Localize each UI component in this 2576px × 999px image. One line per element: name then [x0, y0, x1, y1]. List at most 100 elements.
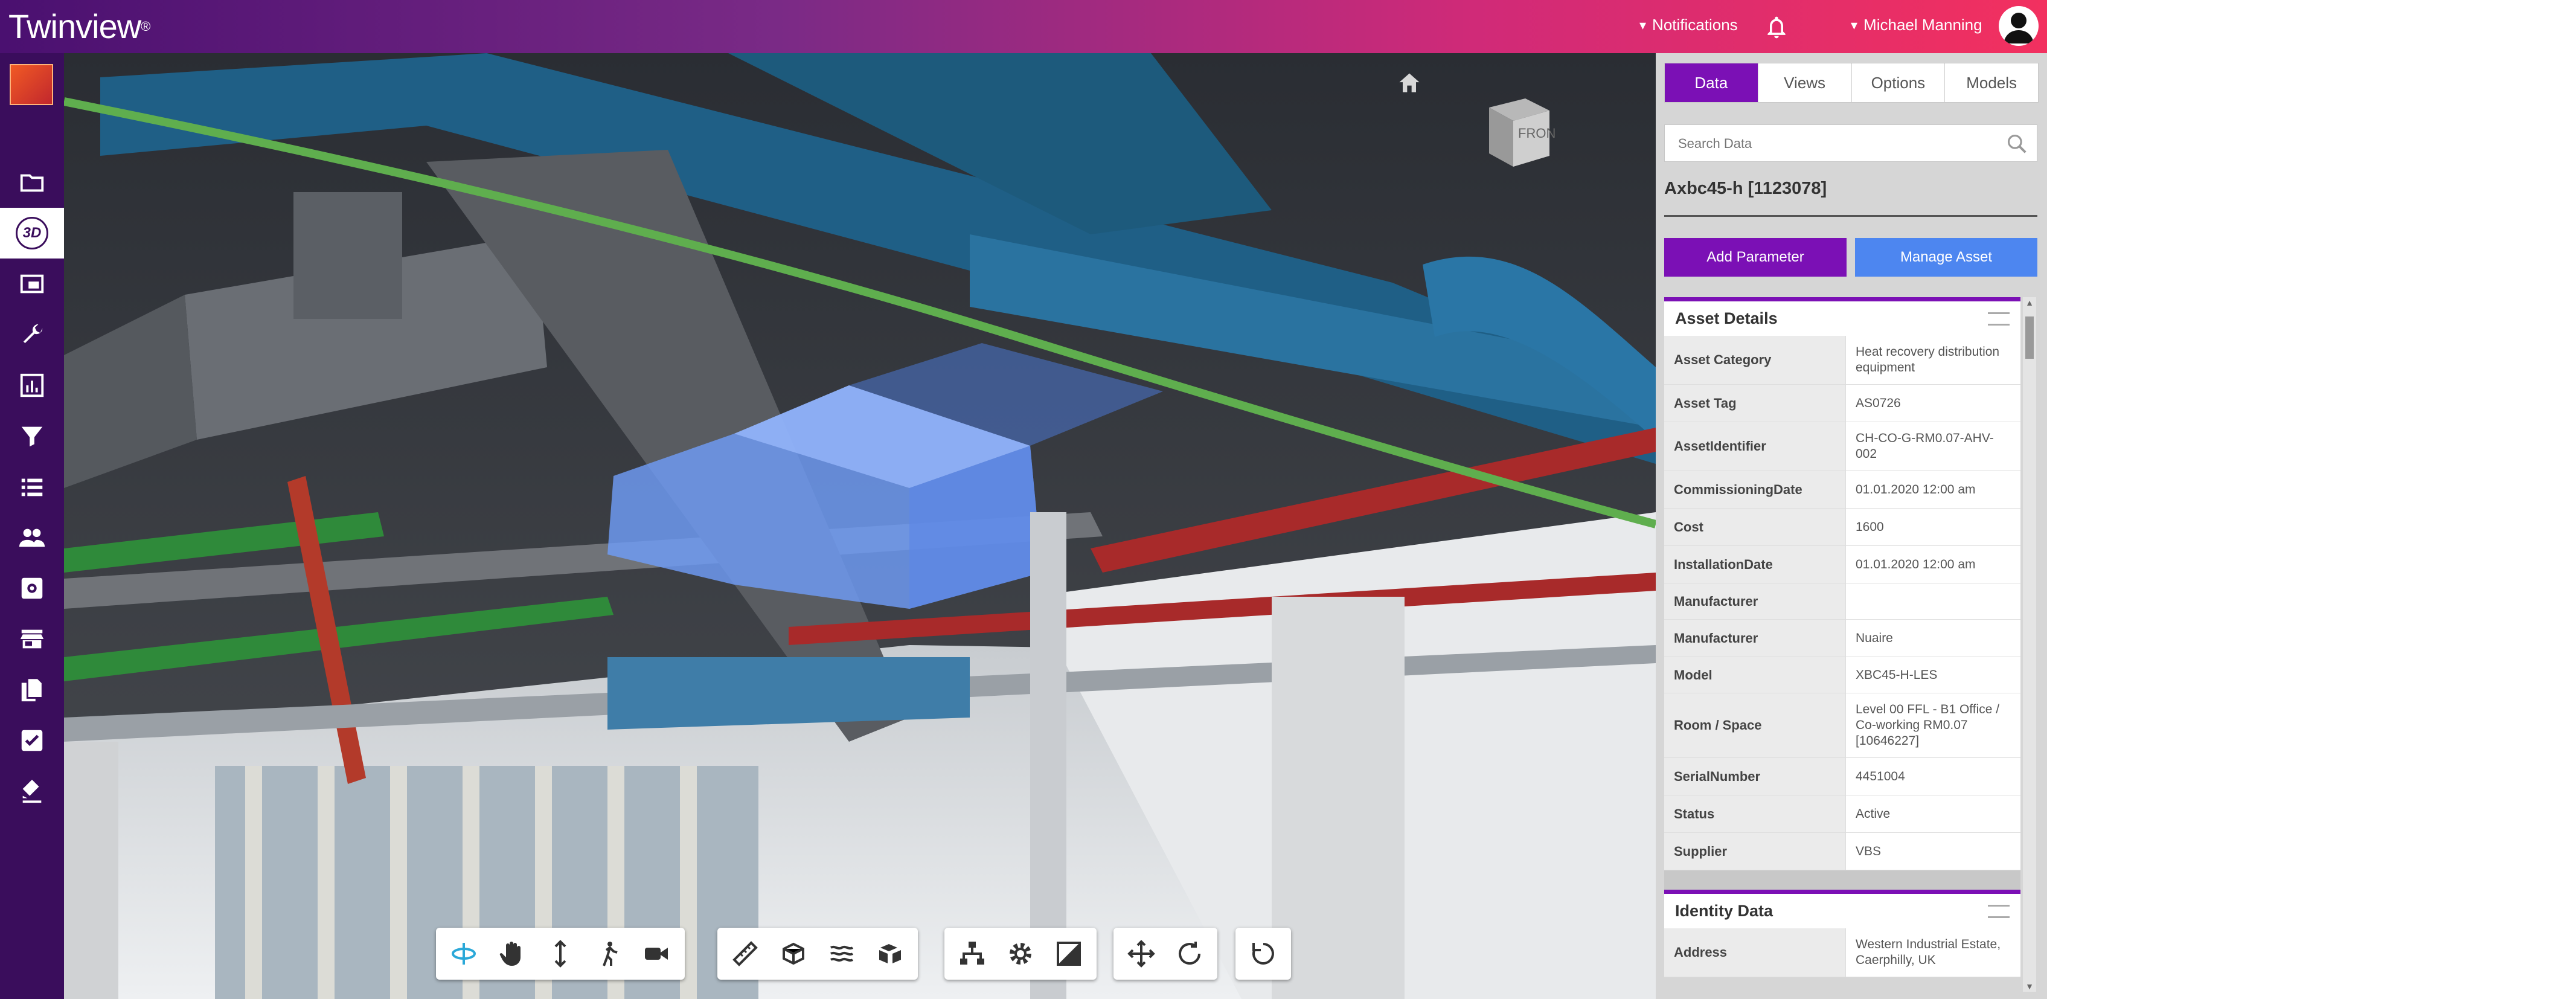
property-value[interactable]: VBS	[1845, 833, 2020, 870]
app-logo[interactable]: Twinview®	[8, 7, 150, 46]
property-key: Supplier	[1664, 833, 1845, 870]
property-value[interactable]: Western Industrial Estate, Caerphilly, U…	[1845, 928, 2020, 977]
navigation-tool-group	[436, 928, 685, 980]
drag-handle-icon[interactable]	[1988, 904, 2010, 918]
property-row: Model XBC45-H-LES	[1664, 657, 2020, 693]
user-name: Michael Manning	[1863, 16, 1982, 34]
camera-button[interactable]	[635, 932, 679, 975]
explode-button[interactable]	[868, 932, 912, 975]
property-row: Room / Space Level 00 FFL - B1 Office / C…	[1664, 693, 2020, 758]
property-value[interactable]: XBC45-H-LES	[1845, 657, 2020, 693]
property-row: Manufacturer Nuaire	[1664, 620, 2020, 657]
orbit-button[interactable]	[442, 932, 485, 975]
checklist-icon	[21, 730, 43, 751]
viewcube[interactable]: FRONT	[1477, 95, 1556, 168]
sidebar-item-store[interactable]	[0, 614, 64, 664]
top-bar: Twinview® ▾ Notifications ▾ Michael Mann…	[0, 0, 2047, 53]
sidebar-item-checklist[interactable]	[0, 715, 64, 766]
tab-options[interactable]: Options	[1852, 63, 1946, 102]
reset-view-button[interactable]	[1242, 932, 1285, 975]
layers-button[interactable]	[820, 932, 863, 975]
property-key: Address	[1664, 928, 1845, 977]
property-value[interactable]: 01.01.2020 12:00 am	[1845, 471, 2020, 508]
tab-models[interactable]: Models	[1945, 63, 2038, 102]
video-camera-icon	[645, 948, 668, 960]
hierarchy-icon	[960, 942, 984, 965]
logo-registered-mark: ®	[141, 19, 150, 34]
pan-button[interactable]	[490, 932, 534, 975]
identity-data-rows: Address Western Industrial Estate, Caerph…	[1664, 928, 2020, 977]
orbit-icon	[452, 943, 476, 965]
sidebar-item-documents[interactable]	[0, 664, 64, 715]
property-value[interactable]: Nuaire	[1845, 620, 2020, 657]
property-value[interactable]	[1845, 583, 2020, 619]
property-value[interactable]: CH-CO-G-RM0.07-AHV-002	[1845, 422, 2020, 471]
scrollbar[interactable]: ▲ ▼	[2023, 297, 2036, 992]
home-icon[interactable]	[1396, 70, 1423, 97]
property-key: SerialNumber	[1664, 758, 1845, 795]
property-key: Status	[1664, 795, 1845, 832]
property-value[interactable]: 01.01.2020 12:00 am	[1845, 546, 2020, 583]
sidebar-item-stamp[interactable]	[0, 766, 64, 817]
property-row: Asset Category Heat recovery distribution…	[1664, 336, 2020, 385]
sidebar-item-tools[interactable]	[0, 309, 64, 360]
sidebar-item-settings[interactable]	[0, 563, 64, 614]
manage-asset-button[interactable]: Manage Asset	[1855, 238, 2037, 277]
drag-handle-icon[interactable]	[1988, 312, 2010, 326]
scroll-thumb[interactable]	[2025, 316, 2034, 359]
property-value[interactable]: Active	[1845, 795, 2020, 832]
property-row: Status Active	[1664, 795, 2020, 833]
asset-details-rows: Asset Category Heat recovery distribution…	[1664, 336, 2020, 870]
property-value[interactable]: AS0726	[1845, 385, 2020, 422]
rotate-icon	[1179, 942, 1201, 965]
asset-details-header[interactable]: Asset Details	[1664, 297, 2020, 336]
project-thumbnail[interactable]	[10, 64, 53, 105]
tab-data[interactable]: Data	[1665, 63, 1758, 102]
property-value[interactable]: 1600	[1845, 509, 2020, 545]
avatar[interactable]	[1999, 6, 2039, 46]
sidebar-item-folder[interactable]	[0, 157, 64, 208]
rotate-button[interactable]	[1168, 932, 1211, 975]
measure-tool-group	[717, 928, 918, 980]
property-value[interactable]: Heat recovery distribution equipment	[1845, 336, 2020, 384]
zoom-button[interactable]	[539, 932, 582, 975]
search-box	[1664, 124, 2037, 162]
property-value[interactable]: 4451004	[1845, 758, 2020, 795]
sidebar-item-people[interactable]	[0, 512, 64, 563]
sidebar-item-slideshow[interactable]	[0, 259, 64, 309]
chart-icon	[20, 373, 44, 397]
notifications-label: Notifications	[1652, 16, 1738, 34]
3d-view-icon: 3D	[16, 217, 48, 249]
identity-data-header[interactable]: Identity Data	[1664, 890, 2020, 928]
property-value[interactable]: Level 00 FFL - B1 Office / Co-working RM…	[1845, 693, 2020, 757]
sidebar-item-list[interactable]	[0, 461, 64, 512]
user-menu[interactable]: ▾ Michael Manning	[1851, 16, 1982, 34]
model-browser-button[interactable]	[950, 932, 994, 975]
search-input[interactable]	[1677, 132, 1993, 155]
settings-button[interactable]	[999, 932, 1042, 975]
add-parameter-button[interactable]: Add Parameter	[1664, 238, 1847, 277]
sidebar-item-filter[interactable]	[0, 411, 64, 461]
notifications-menu[interactable]: ▾ Notifications	[1639, 16, 1738, 34]
tab-views[interactable]: Views	[1758, 63, 1852, 102]
3d-model-scene[interactable]	[64, 53, 1656, 999]
filter-icon	[21, 426, 43, 447]
bell-icon[interactable]	[1763, 12, 1790, 42]
walk-button[interactable]	[587, 932, 630, 975]
scroll-up-arrow-icon[interactable]: ▲	[2025, 298, 2034, 307]
3d-viewer[interactable]: FRONT	[64, 53, 1656, 999]
property-key: Manufacturer	[1664, 583, 1845, 619]
measure-button[interactable]	[723, 932, 767, 975]
search-icon[interactable]	[2005, 132, 2028, 155]
move-button[interactable]	[1120, 932, 1163, 975]
section-button[interactable]	[772, 932, 815, 975]
sidebar-item-reports[interactable]	[0, 360, 64, 411]
fullscreen-button[interactable]	[1047, 932, 1091, 975]
scroll-down-arrow-icon[interactable]: ▼	[2025, 982, 2034, 991]
property-key: Cost	[1664, 509, 1845, 545]
zoom-arrows-icon	[554, 940, 566, 968]
sidebar-item-3d[interactable]: 3D	[0, 208, 64, 259]
property-key: Room / Space	[1664, 693, 1845, 757]
gear-icon	[1010, 943, 1031, 965]
section-gap	[1664, 870, 2020, 890]
